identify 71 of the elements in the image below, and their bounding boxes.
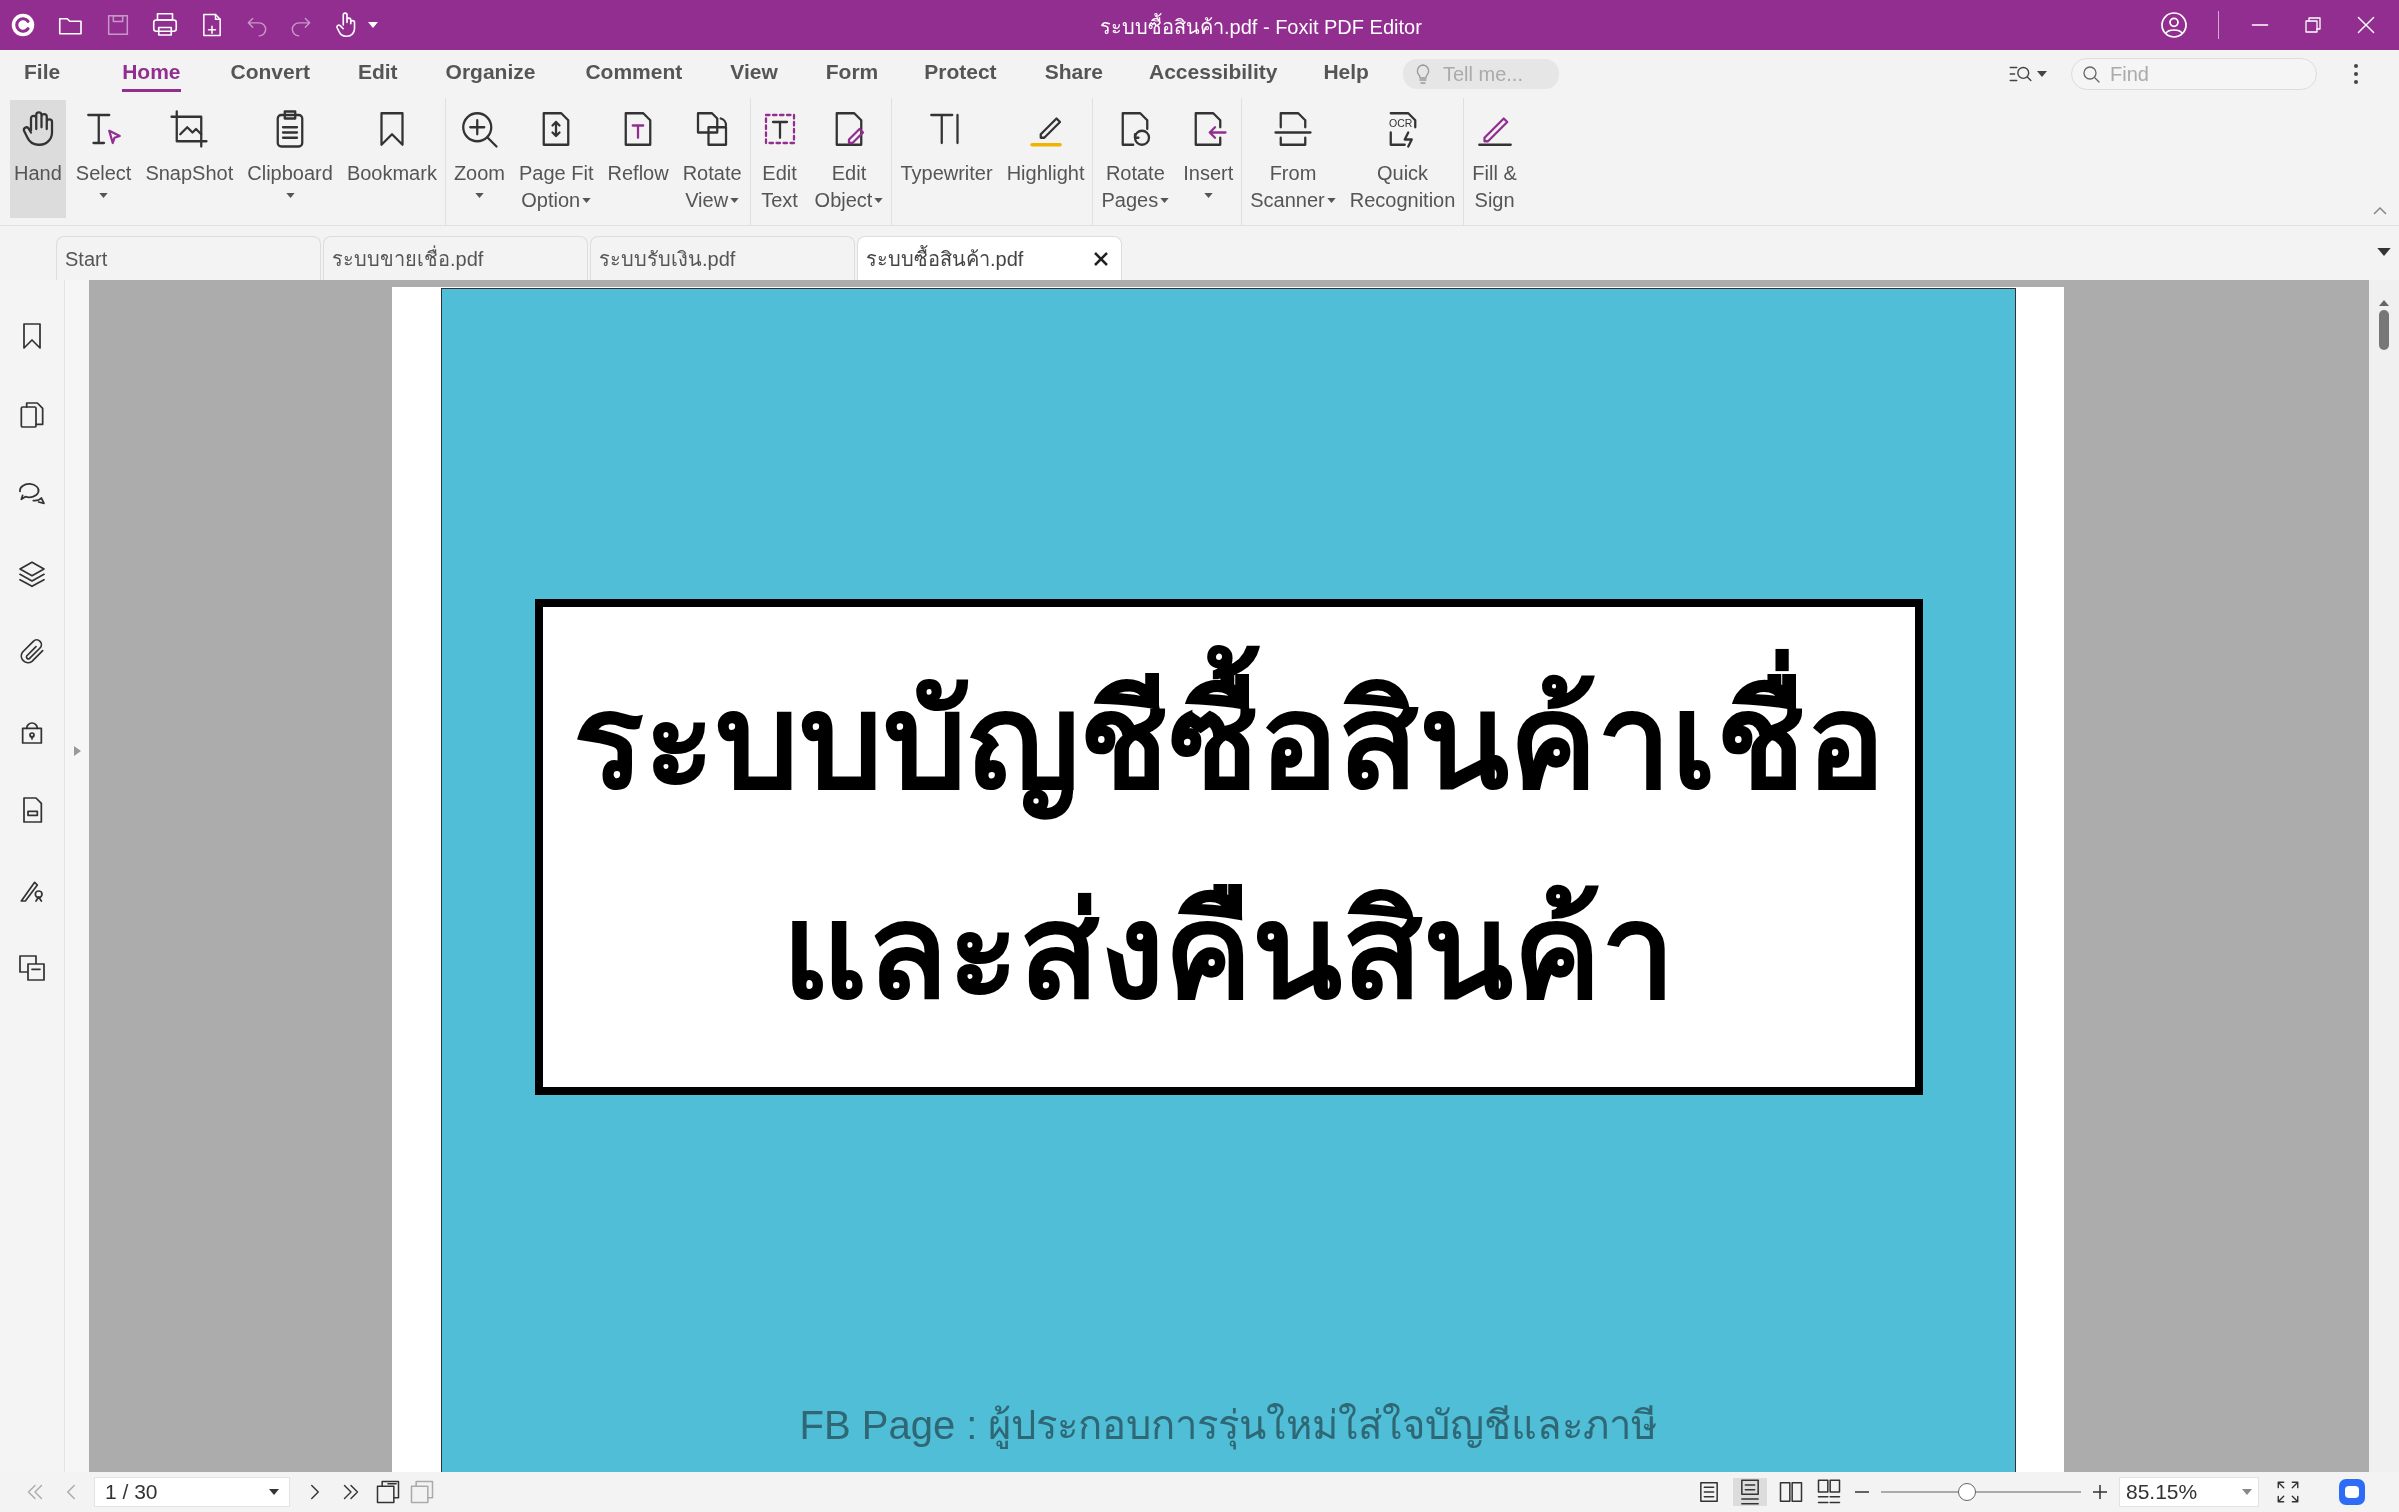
ribbon-button[interactable]: Clipboard — [243, 100, 337, 218]
ribbon-button[interactable]: Page Fit Option — [515, 100, 598, 218]
menu-tab[interactable]: Comment — [585, 55, 683, 93]
expand-panel-icon[interactable] — [72, 745, 82, 757]
caret-icon[interactable] — [269, 1489, 279, 1495]
caret-icon[interactable] — [368, 22, 378, 28]
snapshot-icon — [168, 108, 211, 150]
continuous-facing-icon[interactable] — [1815, 1478, 1843, 1506]
menu-tab[interactable]: Home — [122, 55, 181, 93]
menu-tab[interactable]: View — [730, 55, 778, 93]
ribbon-button[interactable]: Reflow — [603, 100, 673, 218]
menu-tab[interactable]: File — [24, 55, 61, 93]
caret-icon[interactable] — [99, 193, 109, 198]
ribbon-button[interactable]: Fill & Sign — [1468, 100, 1521, 218]
scroll-up-icon[interactable] — [2379, 300, 2389, 306]
menu-tab[interactable]: Accessibility — [1149, 55, 1278, 93]
menu-tab[interactable]: Organize — [445, 55, 536, 93]
caret-icon[interactable] — [730, 198, 740, 203]
ribbon-button[interactable]: Insert — [1179, 100, 1238, 218]
compare-icon[interactable] — [16, 952, 48, 984]
close-tab-icon[interactable] — [1093, 250, 1109, 267]
ribbon-button[interactable]: OCR Quick Recognition — [1345, 100, 1460, 218]
collapse-ribbon-icon[interactable] — [2373, 207, 2387, 215]
zoom-slider[interactable] — [1881, 1482, 2081, 1502]
menu-tab[interactable]: Protect — [924, 55, 997, 93]
previous-view-icon[interactable] — [374, 1478, 402, 1506]
caret-icon[interactable] — [2037, 71, 2047, 77]
ribbon-button[interactable]: Rotate View — [678, 100, 746, 218]
document-tab[interactable]: ระบบรับเงิน.pdf — [590, 236, 855, 280]
menu-tab[interactable]: Edit — [357, 55, 398, 93]
ribbon-button[interactable]: Edit Object — [810, 100, 888, 218]
caret-icon[interactable] — [285, 193, 295, 198]
caret-icon[interactable] — [1326, 198, 1336, 203]
menu-tab[interactable]: Form — [825, 55, 879, 93]
user-account-icon[interactable] — [2158, 9, 2190, 41]
tell-me-field[interactable]: Tell me... — [1402, 59, 1559, 89]
more-options-icon[interactable] — [2353, 63, 2359, 85]
ribbon-button[interactable]: Bookmark — [342, 100, 441, 218]
page-number-field[interactable]: 1 / 30 — [94, 1477, 290, 1507]
caret-icon[interactable] — [1203, 193, 1213, 198]
caret-icon[interactable] — [1160, 198, 1170, 203]
menu-tab[interactable]: Share — [1044, 55, 1103, 93]
ribbon-button[interactable]: SnapShot — [141, 100, 238, 218]
slider-thumb[interactable] — [1958, 1483, 1976, 1501]
ribbon-button[interactable]: Highlight — [1002, 100, 1089, 218]
ribbon-button[interactable]: Hand — [10, 100, 66, 218]
ribbon-button[interactable]: From Scanner — [1246, 100, 1340, 218]
footer-text: FB Page : ผู้ประกอบการรุ่นใหม่ใส่ใจบัญชีและภาษี — [799, 1395, 1658, 1455]
zoom-field[interactable]: 85.15% — [2119, 1477, 2259, 1507]
document-heading: และส่งคืนสินค้า — [782, 877, 1675, 1027]
window-title: ระบบซื้อสินค้า.pdf - Foxit PDF Editor — [1100, 12, 1422, 42]
document-tab[interactable]: Start — [56, 236, 321, 280]
ribbon-button[interactable]: Typewriter — [896, 100, 997, 218]
ribbon-button[interactable]: Zoom — [449, 100, 510, 218]
zoom-in-icon[interactable] — [2091, 1483, 2109, 1501]
scrollbar-thumb[interactable] — [2379, 310, 2389, 350]
fullscreen-icon[interactable] — [2275, 1479, 2301, 1505]
ribbon-button[interactable]: Edit Text — [754, 100, 805, 218]
document-tab[interactable]: ระบบซื้อสินค้า.pdf — [857, 236, 1122, 280]
caret-icon[interactable] — [474, 193, 484, 198]
ribbon-button[interactable]: Rotate Pages — [1097, 100, 1174, 218]
ribbon-button[interactable]: Select — [71, 100, 136, 218]
menu-tab[interactable]: Convert — [230, 55, 310, 93]
assistant-icon[interactable] — [2339, 1479, 2365, 1505]
caret-icon[interactable] — [582, 198, 592, 203]
menu-tab[interactable]: Help — [1323, 55, 1369, 93]
find-field[interactable]: Find — [2071, 58, 2317, 90]
caret-icon[interactable] — [874, 198, 884, 203]
document-tab[interactable]: ระบบขายเชื่อ.pdf — [323, 236, 588, 280]
tab-list-icon[interactable] — [2377, 248, 2391, 256]
document-heading: ระบบบัญชีซื้อสินค้าเชื่อ — [572, 637, 1885, 847]
